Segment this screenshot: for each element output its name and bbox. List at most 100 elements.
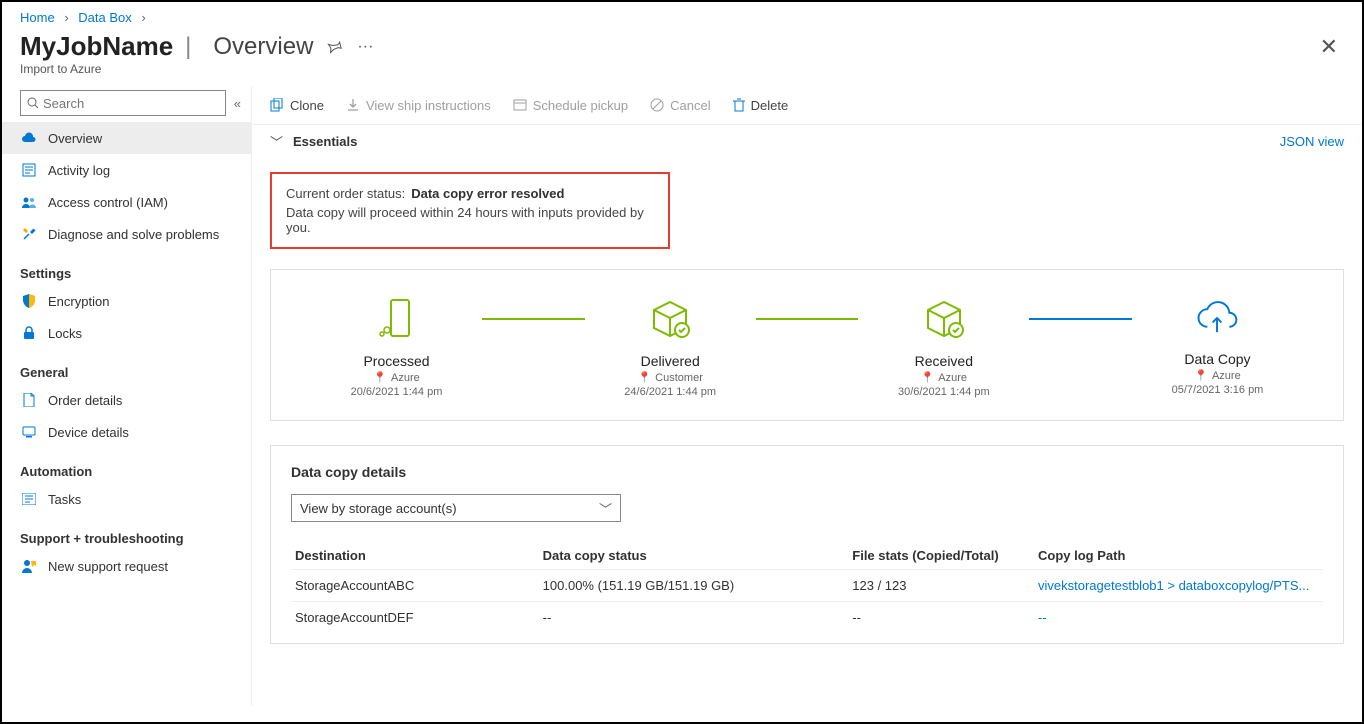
sidebar-group-general: General (2, 349, 251, 384)
stage-location: Azure (391, 372, 420, 384)
chevron-right-icon: › (141, 10, 145, 25)
sidebar-item-locks[interactable]: Locks (2, 317, 251, 349)
breadcrumb: Home › Data Box › (2, 2, 1362, 27)
data-copy-table: Destination Data copy status File stats … (291, 542, 1323, 633)
page-title-job: MyJobName (20, 31, 173, 62)
data-copy-card: Data copy details View by storage accoun… (270, 445, 1344, 644)
stage-title: Data Copy (1132, 351, 1303, 367)
table-row: StorageAccountABC 100.00% (151.19 GB/151… (291, 570, 1323, 602)
chevron-down-icon: ﹀ (599, 499, 612, 518)
sidebar-item-tasks[interactable]: Tasks (2, 483, 251, 515)
view-ship-button: View ship instructions (346, 98, 491, 113)
tasks-icon (20, 493, 38, 505)
cancel-button: Cancel (650, 98, 710, 113)
col-log: Copy log Path (1034, 542, 1323, 570)
timeline-card: Processed 📍Azure 20/6/2021 1:44 pm Deliv… (270, 269, 1344, 421)
table-row: StorageAccountDEF -- -- -- (291, 602, 1323, 634)
breadcrumb-databox[interactable]: Data Box (78, 10, 131, 25)
search-input[interactable] (43, 96, 219, 111)
collapse-sidebar-icon[interactable]: « (234, 96, 241, 111)
pin-location-icon: 📍 (373, 371, 387, 384)
delete-button[interactable]: Delete (733, 98, 789, 113)
connector (756, 318, 859, 320)
sidebar-item-activity[interactable]: Activity log (2, 154, 251, 186)
toolbar-label: Delete (751, 98, 789, 113)
connector (482, 318, 585, 320)
box-check-icon (922, 296, 966, 340)
stage-timestamp: 24/6/2021 1:44 pm (585, 386, 756, 398)
document-icon (20, 393, 38, 407)
view-by-label: View by storage account(s) (300, 501, 457, 516)
sidebar-item-label: Order details (48, 393, 122, 408)
stage-title: Delivered (585, 353, 756, 369)
essentials-label: Essentials (293, 134, 357, 149)
breadcrumb-home[interactable]: Home (20, 10, 55, 25)
search-icon (27, 97, 39, 109)
search-input-wrap[interactable] (20, 90, 226, 116)
download-icon (346, 98, 360, 112)
sidebar-item-diagnose[interactable]: Diagnose and solve problems (2, 218, 251, 250)
calendar-icon (513, 99, 527, 111)
stage-title: Received (858, 353, 1029, 369)
pin-icon[interactable] (327, 39, 343, 55)
lock-icon (20, 326, 38, 340)
trash-icon (733, 98, 745, 112)
people-icon (20, 196, 38, 208)
clone-button[interactable]: Clone (270, 98, 324, 113)
sidebar-item-label: Activity log (48, 163, 110, 178)
more-icon[interactable]: ··· (357, 38, 373, 56)
toolbar-label: View ship instructions (366, 98, 491, 113)
sidebar: « Overview Activity log Access control (… (2, 86, 252, 706)
sidebar-item-iam[interactable]: Access control (IAM) (2, 186, 251, 218)
sidebar-item-encryption[interactable]: Encryption (2, 285, 251, 317)
cell-status: -- (539, 602, 849, 634)
cell-status: 100.00% (151.19 GB/151.19 GB) (539, 570, 849, 602)
sidebar-item-label: Overview (48, 131, 102, 146)
wrench-icon (20, 227, 38, 241)
json-view-link[interactable]: JSON view (1280, 134, 1344, 149)
toolbar-label: Clone (290, 98, 324, 113)
server-icon (375, 296, 419, 340)
stage-timestamp: 30/6/2021 1:44 pm (858, 386, 1029, 398)
stage-timestamp: 20/6/2021 1:44 pm (311, 386, 482, 398)
shield-icon (20, 294, 38, 308)
cell-stats: 123 / 123 (848, 570, 1034, 602)
chevron-right-icon: › (64, 10, 68, 25)
page-title-section: Overview (213, 33, 313, 61)
stage-processed: Processed 📍Azure 20/6/2021 1:44 pm (311, 296, 482, 398)
cell-destination: StorageAccountABC (291, 570, 539, 602)
cancel-icon (650, 98, 664, 112)
sidebar-item-label: Locks (48, 326, 82, 341)
main-content: Clone View ship instructions Schedule pi… (252, 86, 1362, 706)
col-status: Data copy status (539, 542, 849, 570)
pin-location-icon: 📍 (1194, 369, 1208, 382)
close-icon[interactable]: ✕ (1320, 34, 1338, 60)
chevron-down-icon: ﹀ (270, 132, 283, 151)
sidebar-item-new-support[interactable]: New support request (2, 550, 251, 582)
copy-log-link[interactable]: -- (1038, 610, 1047, 625)
sidebar-item-order-details[interactable]: Order details (2, 384, 251, 416)
cloud-upload-icon (1195, 296, 1239, 340)
sidebar-item-label: Access control (IAM) (48, 195, 168, 210)
view-by-select[interactable]: View by storage account(s) ﹀ (291, 494, 621, 522)
activity-log-icon (20, 163, 38, 177)
col-stats: File stats (Copied/Total) (848, 542, 1034, 570)
sidebar-item-label: Device details (48, 425, 129, 440)
data-copy-title: Data copy details (291, 464, 1323, 480)
stage-datacopy: Data Copy 📍Azure 05/7/2021 3:16 pm (1132, 296, 1303, 396)
device-icon (20, 426, 38, 438)
status-detail: Data copy will proceed within 24 hours w… (286, 205, 654, 235)
toolbar-label: Cancel (670, 98, 710, 113)
sidebar-group-support: Support + troubleshooting (2, 515, 251, 550)
sidebar-item-overview[interactable]: Overview (2, 122, 251, 154)
sidebar-group-settings: Settings (2, 250, 251, 285)
stage-timestamp: 05/7/2021 3:16 pm (1132, 384, 1303, 396)
sidebar-item-label: Encryption (48, 294, 109, 309)
essentials-bar[interactable]: ﹀ Essentials JSON view (252, 124, 1362, 158)
title-separator: | (185, 33, 191, 61)
copy-log-link[interactable]: vivekstoragetestblob1 > databoxcopylog/P… (1038, 578, 1309, 593)
box-check-icon (648, 296, 692, 340)
stage-received: Received 📍Azure 30/6/2021 1:44 pm (858, 296, 1029, 398)
sidebar-item-device-details[interactable]: Device details (2, 416, 251, 448)
connector (1029, 318, 1132, 320)
